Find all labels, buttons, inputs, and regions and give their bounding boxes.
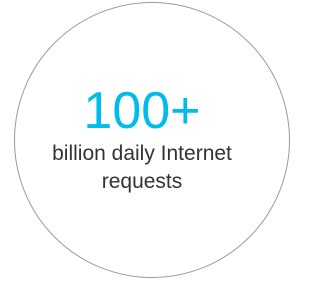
stat-card: 100+ billion daily Internet requests [14,2,290,278]
stat-label-line-1: billion daily Internet [52,141,232,165]
stat-label-line-2: requests [101,169,183,193]
stat-value: 100+ [83,81,201,140]
stat-label: billion daily Internet requests [17,140,267,196]
